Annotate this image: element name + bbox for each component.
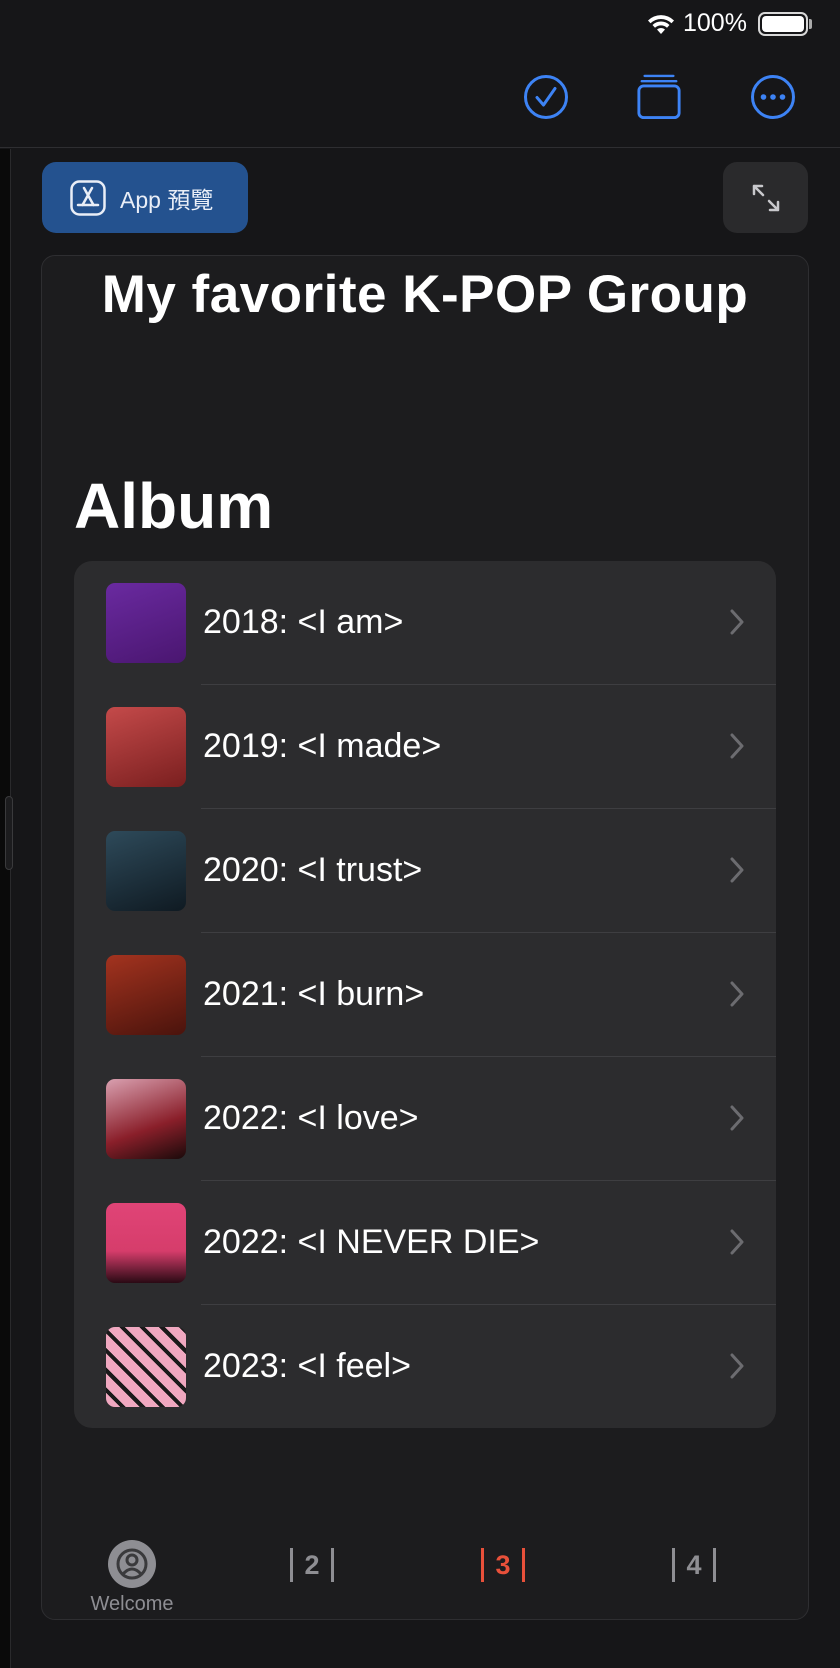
tab-welcome-label: Welcome: [90, 1593, 174, 1615]
list-item[interactable]: 2021: <I burn>: [74, 933, 776, 1057]
tab-3-label: 3: [495, 1549, 511, 1580]
list-item[interactable]: 2020: <I trust>: [74, 809, 776, 933]
chevron-right-icon: [730, 857, 744, 883]
tab-4-label: 4: [686, 1549, 702, 1580]
chevron-right-icon: [730, 1229, 744, 1255]
chevron-right-icon: [730, 733, 744, 759]
app-preview-button[interactable]: App 預覽: [42, 162, 248, 233]
album-title: 2020: <I trust>: [203, 851, 423, 889]
more-button[interactable]: [750, 74, 796, 120]
battery-percentage: 100%: [683, 9, 747, 37]
list-item[interactable]: 2019: <I made>: [74, 685, 776, 809]
list-item[interactable]: 2023: <I feel>: [74, 1305, 776, 1428]
album-title: 2022: <I NEVER DIE>: [203, 1223, 540, 1261]
app-store-icon: [70, 179, 106, 216]
chevron-right-icon: [730, 981, 744, 1007]
preview-card: My favorite K-POP Group Album 2018: <I a…: [41, 255, 809, 1620]
album-cover: [106, 831, 186, 911]
bottom-tab-bar: Welcome 2 3 4: [42, 1528, 808, 1619]
expand-button[interactable]: [723, 162, 808, 233]
tab-2[interactable]: 2: [272, 1528, 352, 1619]
app-preview-label: App 預覽: [120, 186, 214, 213]
tab-2-label: 2: [304, 1549, 320, 1580]
album-cover: [106, 1203, 186, 1283]
checkmark-button[interactable]: [523, 74, 569, 120]
tab-4[interactable]: 4: [654, 1528, 734, 1619]
section-title: Album: [74, 470, 274, 542]
person-circle-icon: [108, 1540, 156, 1588]
album-title: 2022: <I love>: [203, 1099, 419, 1137]
album-cover: [106, 1327, 186, 1407]
sidebar-edge: [0, 149, 11, 1668]
sidebar-drag-handle[interactable]: [5, 796, 13, 870]
album-title: 2019: <I made>: [203, 727, 442, 765]
tab-3[interactable]: 3: [463, 1528, 543, 1619]
list-item[interactable]: 2022: <I NEVER DIE>: [74, 1181, 776, 1305]
expand-arrows-icon: [752, 184, 779, 211]
top-toolbar: [0, 48, 840, 148]
chevron-right-icon: [730, 1353, 744, 1379]
stack-icon: [637, 74, 681, 120]
album-list: 2018: <I am> 2019: <I made> 2020: <I tru…: [74, 561, 776, 1428]
album-cover: [106, 583, 186, 663]
album-cover: [106, 955, 186, 1035]
status-bar: 100%: [0, 0, 840, 48]
album-title: 2018: <I am>: [203, 603, 404, 641]
album-title: 2021: <I burn>: [203, 975, 425, 1013]
chevron-right-icon: [730, 609, 744, 635]
album-title: 2023: <I feel>: [203, 1347, 411, 1385]
list-item[interactable]: 2018: <I am>: [74, 561, 776, 685]
page-title: My favorite K-POP Group: [101, 265, 749, 324]
windows-button[interactable]: [636, 74, 682, 120]
chevron-right-icon: [730, 1105, 744, 1131]
album-cover: [106, 1079, 186, 1159]
wifi-icon: [648, 15, 674, 34]
ellipsis-circle-icon: [751, 75, 795, 119]
battery-icon: [758, 12, 808, 36]
checkmark-circle-icon: [524, 75, 568, 119]
tab-welcome[interactable]: Welcome: [87, 1528, 177, 1619]
album-cover: [106, 707, 186, 787]
list-item[interactable]: 2022: <I love>: [74, 1057, 776, 1181]
